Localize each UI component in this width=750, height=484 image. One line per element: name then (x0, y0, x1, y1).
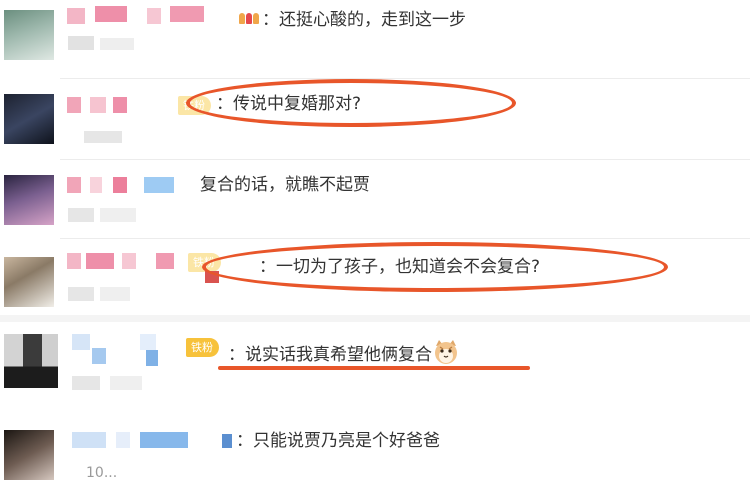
comment-row[interactable]: ：只能说贾乃亮是个好爸爸 10... (0, 412, 750, 484)
highlight-circle (186, 79, 516, 127)
comment-list-top: ：还挺心酸的，走到这一步 铁粉 ：传说中复婚那对? 复合的话，就瞧不起贾 铁粉 (0, 0, 750, 315)
blurred-meta (100, 38, 134, 50)
crown-icon (238, 8, 260, 26)
blurred-username (95, 6, 127, 22)
blurred-username (116, 432, 130, 448)
comment-list-bottom: 铁粉 ：说实话我真希望他俩复合 ：只能说贾乃亮是个好爸爸 10... (0, 322, 750, 484)
comment-row[interactable]: 铁粉 ：说实话我真希望他俩复合 (0, 322, 750, 412)
comment-text-content: ：说实话我真希望他俩复合 (228, 345, 432, 365)
blurred-username (140, 334, 156, 350)
blurred-username (122, 253, 136, 269)
blurred-meta (100, 208, 136, 222)
comment-row[interactable]: 铁粉 ：传说中复婚那对? (0, 79, 750, 159)
avatar[interactable] (4, 257, 54, 307)
blurred-badge (222, 434, 232, 448)
blurred-username (140, 432, 188, 448)
blurred-username (67, 177, 81, 193)
blurred-username (90, 97, 106, 113)
comment-text: ：还挺心酸的，走到这一步 (262, 10, 466, 30)
blurred-username (86, 253, 114, 269)
blurred-meta (84, 131, 122, 143)
blurred-username (147, 8, 161, 24)
blurred-username (113, 177, 127, 193)
blurred-username (90, 177, 102, 193)
comment-row[interactable]: 铁粉 ：一切为了孩子，也知道会不会复合? (0, 239, 750, 315)
blurred-meta (68, 287, 94, 301)
blurred-username (92, 348, 106, 364)
blurred-username (113, 97, 127, 113)
blurred-username (72, 334, 90, 350)
avatar[interactable] (4, 334, 58, 388)
highlight-underline (218, 366, 530, 370)
blurred-username (67, 8, 85, 24)
highlight-circle (202, 242, 668, 292)
blurred-username (67, 253, 81, 269)
partial-meta-text: 10... (86, 465, 118, 481)
blurred-meta (110, 376, 142, 390)
avatar[interactable] (4, 94, 54, 144)
blurred-username (144, 177, 174, 193)
cat-emoji-icon (435, 340, 457, 364)
comment-row[interactable]: ：还挺心酸的，走到这一步 (0, 0, 750, 78)
blurred-meta (72, 376, 100, 390)
blurred-meta (68, 208, 94, 222)
comment-text: ：只能说贾乃亮是个好爸爸 (236, 431, 440, 451)
avatar[interactable] (4, 430, 54, 480)
avatar[interactable] (4, 10, 54, 60)
comment-text: ：说实话我真希望他俩复合 (228, 339, 459, 366)
fan-badge: 铁粉 (186, 338, 219, 357)
blurred-meta (68, 36, 94, 50)
blurred-username (67, 97, 81, 113)
blurred-username (170, 6, 204, 22)
blurred-username (156, 253, 174, 269)
blurred-username (72, 432, 106, 448)
blurred-meta (100, 287, 130, 301)
comment-row[interactable]: 复合的话，就瞧不起贾 (0, 160, 750, 238)
comment-text: 复合的话，就瞧不起贾 (200, 175, 370, 195)
blurred-username (146, 350, 158, 366)
avatar[interactable] (4, 175, 54, 225)
